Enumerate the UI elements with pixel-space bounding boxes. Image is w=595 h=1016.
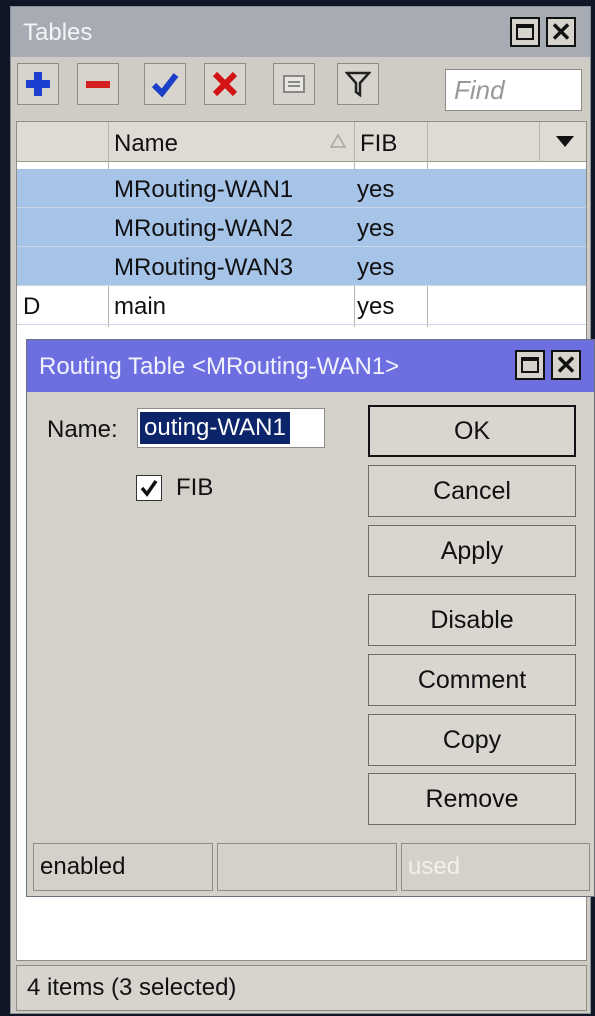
name-label: Name: xyxy=(47,416,118,443)
copy-button[interactable]: Copy xyxy=(368,714,576,766)
add-button[interactable] xyxy=(17,63,59,105)
table-row[interactable]: D main yes xyxy=(17,286,586,325)
remove-button[interactable] xyxy=(77,63,119,105)
name-input[interactable]: outing-WAN1 xyxy=(137,408,325,448)
filter-icon xyxy=(345,71,371,98)
note-icon xyxy=(283,75,305,93)
row-name: MRouting-WAN1 xyxy=(114,176,294,203)
row-flag: D xyxy=(23,293,41,320)
table-header: Name FIB xyxy=(17,122,586,162)
remove-button[interactable]: Remove xyxy=(368,773,576,825)
x-icon xyxy=(212,71,238,97)
status-enabled: enabled xyxy=(33,843,213,891)
filter-button[interactable] xyxy=(337,63,379,105)
table-row[interactable]: MRouting-WAN3 yes xyxy=(17,247,586,286)
tables-title: Tables xyxy=(23,19,93,46)
apply-button[interactable]: Apply xyxy=(368,525,576,577)
close-icon[interactable]: ✕ xyxy=(551,350,581,380)
comment-button[interactable]: Comment xyxy=(368,654,576,706)
check-icon xyxy=(151,73,179,98)
dialog-title: Routing Table <MRouting-WAN1> xyxy=(39,353,400,380)
disable-button[interactable] xyxy=(204,63,246,105)
disable-button[interactable]: Disable xyxy=(368,594,576,646)
status-middle xyxy=(217,843,397,891)
row-fib: yes xyxy=(357,215,395,242)
table-row[interactable]: MRouting-WAN1 yes xyxy=(17,169,586,208)
col-header-fib[interactable]: FIB xyxy=(360,130,397,158)
column-menu-icon[interactable] xyxy=(555,134,575,148)
maximize-icon[interactable] xyxy=(510,17,540,47)
column-divider xyxy=(539,122,540,162)
tables-titlebar[interactable]: Tables ✕ xyxy=(11,7,590,57)
status-used: used xyxy=(401,843,590,891)
plus-icon xyxy=(26,72,50,96)
row-fib: yes xyxy=(357,254,395,281)
fib-label: FIB xyxy=(176,474,214,501)
routing-table-dialog: Routing Table <MRouting-WAN1> ✕ Name: ou… xyxy=(26,339,595,897)
row-fib: yes xyxy=(357,176,395,203)
name-input-value: outing-WAN1 xyxy=(140,412,290,444)
find-input[interactable]: Find xyxy=(445,69,582,111)
dialog-titlebar[interactable]: Routing Table <MRouting-WAN1> ✕ xyxy=(27,340,594,392)
row-name: MRouting-WAN2 xyxy=(114,215,294,242)
close-icon[interactable]: ✕ xyxy=(546,17,576,47)
cancel-button[interactable]: Cancel xyxy=(368,465,576,517)
sort-ascending-icon xyxy=(330,133,346,148)
table-row[interactable]: MRouting-WAN2 yes xyxy=(17,208,586,247)
row-name: MRouting-WAN3 xyxy=(114,254,294,281)
tables-status-bar: 4 items (3 selected) xyxy=(16,965,587,1011)
enable-button[interactable] xyxy=(144,63,186,105)
row-fib: yes xyxy=(357,293,395,320)
minus-icon xyxy=(86,81,110,88)
row-name: main xyxy=(114,293,167,320)
fib-checkbox[interactable] xyxy=(136,475,162,501)
comment-button[interactable] xyxy=(273,63,315,105)
col-header-name[interactable]: Name xyxy=(114,130,178,158)
ok-button[interactable]: OK xyxy=(368,405,576,457)
maximize-icon[interactable] xyxy=(515,350,545,380)
checkmark-icon xyxy=(140,480,158,497)
